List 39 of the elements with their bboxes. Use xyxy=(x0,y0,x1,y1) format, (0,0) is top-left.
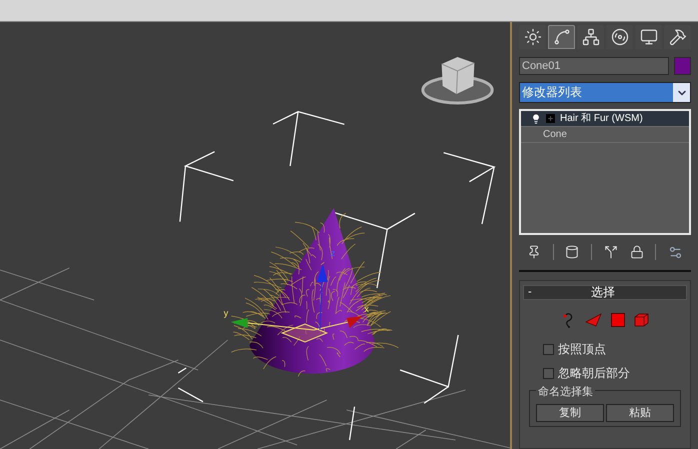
cube-icon[interactable] xyxy=(634,313,648,327)
object-color-swatch[interactable] xyxy=(674,57,691,75)
checkbox-label: 忽略朝后部分 xyxy=(558,365,630,382)
command-panel-tab[interactable] xyxy=(548,25,575,49)
cylinder-icon[interactable] xyxy=(565,245,580,259)
square-icon[interactable] xyxy=(610,313,624,327)
edge-icon[interactable] xyxy=(584,313,602,327)
configure-icon[interactable] xyxy=(668,244,683,260)
view-cube-icon[interactable] xyxy=(421,57,494,104)
command-panel-tab[interactable] xyxy=(577,25,604,49)
fork-icon[interactable] xyxy=(604,245,618,259)
rollout-title[interactable]: 选择 xyxy=(536,286,686,299)
collapse-toggle[interactable]: - xyxy=(524,286,536,299)
lock-icon[interactable] xyxy=(630,245,644,259)
command-panel-tab[interactable] xyxy=(664,25,691,49)
sun-icon xyxy=(524,28,542,46)
axis-label: z xyxy=(330,248,336,258)
checkbox[interactable] xyxy=(543,368,554,378)
checkbox-label: 按照顶点 xyxy=(558,341,606,358)
lightbulb-icon[interactable] xyxy=(531,114,541,124)
modifier-stack-item[interactable]: Cone xyxy=(521,127,689,143)
axis-label: y xyxy=(224,308,228,318)
object-name-field[interactable]: Cone01 xyxy=(519,57,669,75)
modifier-stack-item[interactable]: Hair 和 Fur (WSM) xyxy=(521,111,689,127)
checkbox[interactable] xyxy=(543,344,554,354)
monitor-icon xyxy=(640,28,658,46)
disc-icon xyxy=(610,28,628,46)
named-selection-button[interactable]: 复制 xyxy=(536,404,604,422)
expand-icon[interactable] xyxy=(547,115,554,122)
command-panel-tab[interactable] xyxy=(606,25,633,49)
hierarchy-icon xyxy=(582,28,600,46)
hammer-icon xyxy=(668,28,686,46)
modifier-list-value: 修改器列表 xyxy=(521,84,583,101)
curve-icon xyxy=(552,28,570,46)
pin-icon[interactable] xyxy=(527,245,541,259)
command-panel-tab[interactable] xyxy=(635,25,662,49)
modifier-list-dropdown[interactable]: 修改器列表 xyxy=(519,82,691,103)
command-panel-tab[interactable] xyxy=(519,25,546,49)
named-selection-button[interactable]: 粘贴 xyxy=(606,404,674,422)
